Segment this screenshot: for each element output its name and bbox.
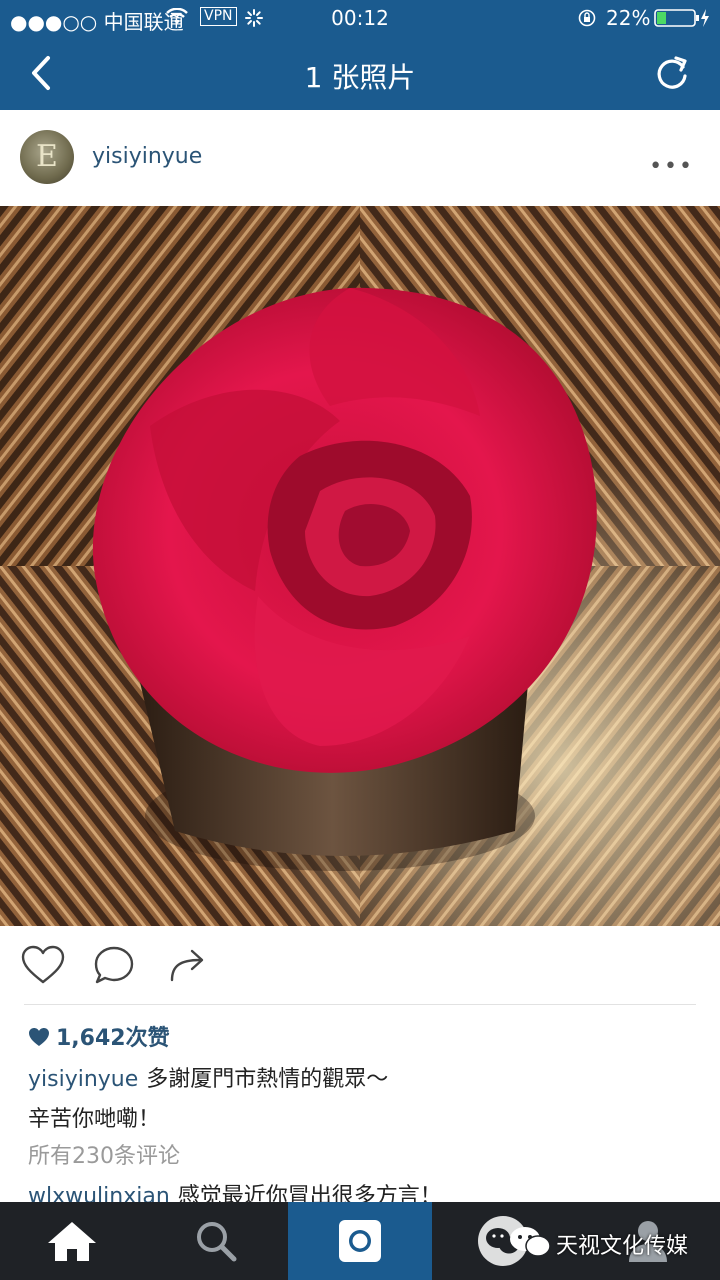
avatar[interactable]: E — [20, 130, 74, 184]
likes-count[interactable]: 1,642次赞 — [28, 1020, 170, 1052]
post-header: E yisiyinyue ••• — [0, 112, 720, 204]
caption-text-line2: 辛苦你哋嘞！ — [28, 1107, 161, 1132]
post-actions — [0, 930, 720, 1004]
nav-bar: 1 张照片 — [0, 36, 720, 110]
small-heart-icon — [29, 1028, 49, 1046]
share-icon[interactable] — [166, 944, 210, 986]
status-bar: ●●●○○ 中国联通 VPN 00:12 22% — [0, 0, 720, 36]
tab-home[interactable] — [0, 1202, 144, 1280]
likes-text: 1,642次赞 — [56, 1026, 170, 1051]
caption: yisiyinyue 多謝厦門市熱情的觀眾～ — [28, 1061, 388, 1093]
search-icon — [197, 1222, 237, 1262]
view-all-comments-link[interactable]: 所有230条评论 — [28, 1138, 180, 1170]
divider — [24, 1004, 696, 1005]
avatar-letter: E — [36, 139, 58, 174]
post-photo[interactable] — [0, 206, 720, 926]
home-icon — [48, 1222, 96, 1261]
tab-camera[interactable] — [288, 1202, 432, 1280]
battery-charging-icon — [654, 9, 709, 27]
caption-username[interactable]: yisiyinyue — [28, 1067, 138, 1092]
wechat-bubble-icon — [510, 1227, 551, 1257]
camera-icon — [339, 1220, 381, 1262]
watermark-text: 天视文化传媒 — [556, 1234, 689, 1259]
more-options-button[interactable]: ••• — [649, 154, 694, 179]
rose-photo-illustration — [0, 206, 720, 926]
page-title: 1 张照片 — [304, 61, 416, 94]
comment-icon[interactable] — [92, 944, 136, 986]
post-username[interactable]: yisiyinyue — [92, 144, 202, 169]
heart-icon[interactable] — [20, 944, 66, 986]
caption-text-line1: 多謝厦門市熱情的觀眾～ — [146, 1067, 389, 1092]
tab-search[interactable] — [144, 1202, 288, 1280]
rotation-lock-icon — [578, 9, 596, 27]
battery-percent: 22% — [606, 6, 651, 30]
refresh-icon[interactable] — [654, 54, 690, 92]
